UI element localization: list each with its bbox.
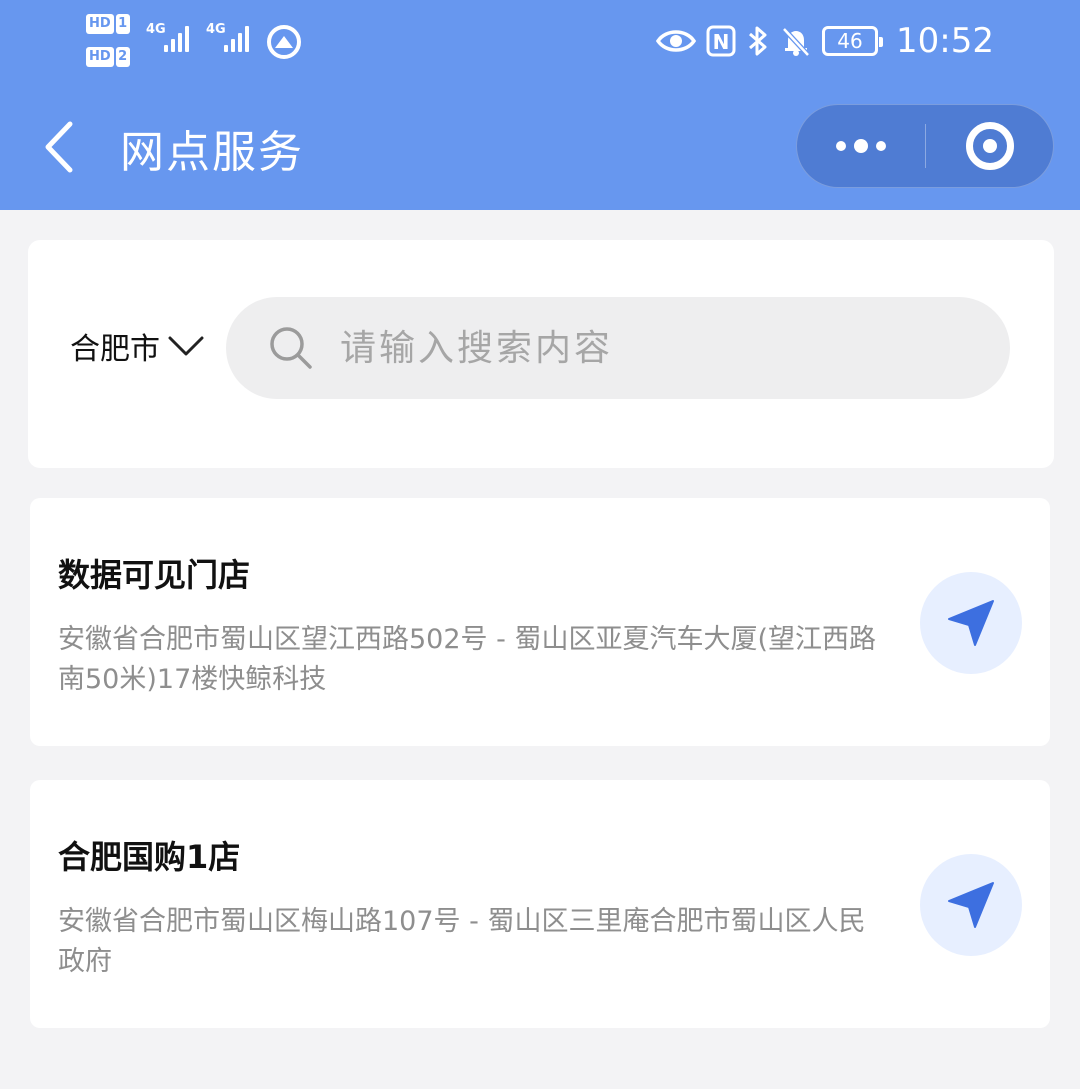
hd-badge-sim1: HD 1 [86, 14, 134, 36]
navigate-button[interactable] [920, 854, 1022, 956]
signal-sim2-icon: 4G [206, 20, 260, 56]
search-icon [270, 327, 312, 369]
search-input[interactable] [340, 327, 980, 369]
hd-badge-sim2: HD 2 [86, 47, 134, 69]
store-card[interactable]: 数据可见门店 安徽省合肥市蜀山区望江西路502号 - 蜀山区亚夏汽车大厦(望江西… [30, 498, 1050, 746]
navigation-arrow-icon [948, 882, 994, 928]
store-name: 数据可见门店 [58, 556, 251, 594]
page-title: 网点服务 [120, 127, 304, 178]
city-selector[interactable]: 合肥市 [70, 324, 204, 368]
eye-icon [656, 30, 697, 52]
status-icons: N 46 10:52 [656, 18, 994, 64]
svg-text:N: N [713, 30, 730, 54]
status-bar: HD 1 HD 2 4G 4G N 46 10:52 [0, 0, 1080, 80]
chevron-down-icon [168, 336, 204, 356]
store-card[interactable]: 合肥国购1店 安徽省合肥市蜀山区梅山路107号 - 蜀山区三里庵合肥市蜀山区人民… [30, 780, 1050, 1028]
chevron-left-icon [45, 121, 73, 173]
search-card: 合肥市 [28, 240, 1054, 468]
navigation-arrow-icon [948, 600, 994, 646]
battery-icon: 46 [822, 26, 884, 56]
header-bar: HD 1 HD 2 4G 4G N 46 10:52 网点服务 [0, 0, 1080, 210]
navigate-button[interactable] [920, 572, 1022, 674]
city-label: 合肥市 [70, 332, 160, 367]
bluetooth-icon [749, 26, 767, 56]
more-menu-button[interactable] [797, 104, 925, 188]
search-bar[interactable] [226, 297, 1010, 399]
close-mini-program-button[interactable] [926, 104, 1053, 188]
store-address: 安徽省合肥市蜀山区望江西路502号 - 蜀山区亚夏汽车大厦(望江西路南50米)1… [58, 624, 876, 695]
store-name: 合肥国购1店 [58, 838, 241, 876]
bell-off-icon [782, 27, 810, 57]
more-dots-icon [836, 141, 846, 151]
clock: 10:52 [896, 21, 994, 61]
mini-program-capsule [796, 104, 1054, 188]
signal-sim1-icon: 4G [146, 20, 200, 56]
target-circle-icon [965, 122, 1014, 170]
back-button[interactable] [40, 120, 80, 174]
store-address: 安徽省合肥市蜀山区梅山路107号 - 蜀山区三里庵合肥市蜀山区人民政府 [58, 906, 866, 977]
nfc-icon: N [706, 25, 736, 57]
app-status-icon [267, 25, 301, 59]
